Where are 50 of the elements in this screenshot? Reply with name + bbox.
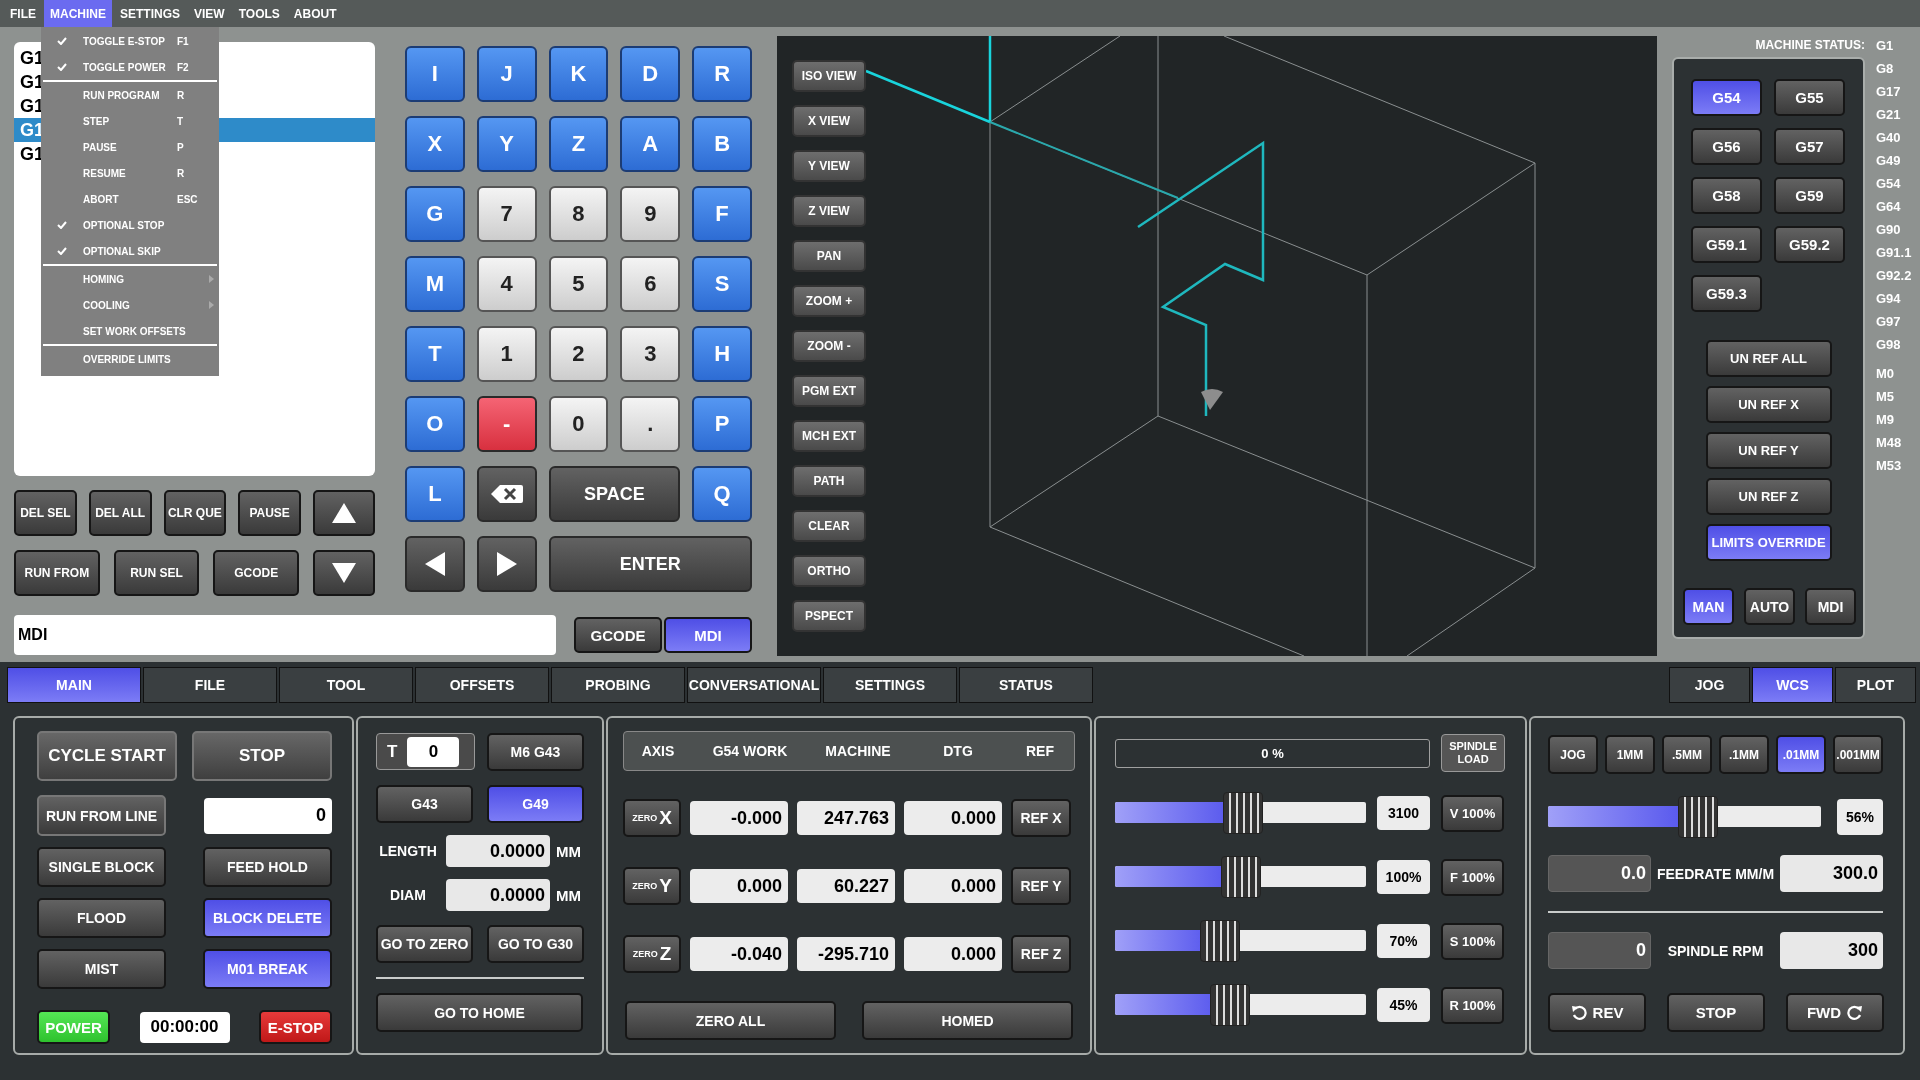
distance-to-go-value: 0.000 <box>904 937 1002 971</box>
current-spindle-rpm-value: 0 <box>1548 932 1651 969</box>
work-position-value: -0.000 <box>690 801 788 835</box>
spindle-load-reading: 0 % <box>1261 745 1284 761</box>
status-code: G49 <box>1876 152 1902 170</box>
field-label: LENGTH <box>378 843 438 859</box>
status-code: M9 <box>1876 411 1896 429</box>
status-code: M48 <box>1876 434 1903 452</box>
status-code: M53 <box>1876 457 1903 475</box>
spindle-rpm-label: SPINDLE RPM <box>1666 942 1765 959</box>
unit-label: MM <box>556 886 581 904</box>
override-reading: 45% <box>1377 988 1430 1022</box>
override-reading: 100% <box>1377 860 1430 894</box>
feedrate-label: FEEDRATE MM/M <box>1655 865 1776 882</box>
status-code: G94 <box>1876 290 1902 308</box>
jog-speed-reading: 56% <box>1837 799 1883 835</box>
field-label: DIAM <box>389 887 427 903</box>
status-code: G90 <box>1876 221 1902 239</box>
status-code: G21 <box>1876 106 1902 124</box>
work-position-value: -0.040 <box>690 937 788 971</box>
status-code: G40 <box>1876 129 1902 147</box>
distance-to-go-value: 0.000 <box>904 801 1002 835</box>
status-code: M5 <box>1876 388 1896 406</box>
status-code: G17 <box>1876 83 1902 101</box>
status-code: G98 <box>1876 336 1902 354</box>
machine-position-value: -295.710 <box>797 937 895 971</box>
status-code: G1 <box>1876 37 1895 55</box>
distance-to-go-value: 0.000 <box>904 869 1002 903</box>
column-header: DTG <box>942 743 974 759</box>
work-position-value: 0.000 <box>690 869 788 903</box>
timer-display: 00:00:00 <box>139 1011 230 1043</box>
machine-position-value: 247.763 <box>797 801 895 835</box>
status-code: G64 <box>1876 198 1902 216</box>
spindle-load-label: SPINDLE LOAD <box>1441 734 1505 772</box>
machine-status-label: MACHINE STATUS: <box>1754 37 1865 54</box>
status-code: M0 <box>1876 365 1896 383</box>
status-code: G54 <box>1876 175 1902 193</box>
current-feedrate-value: 0.0 <box>1548 855 1651 892</box>
status-code: G97 <box>1876 313 1902 331</box>
column-header: G54 WORK <box>711 743 789 759</box>
override-reading: 3100 <box>1377 796 1430 830</box>
column-header: MACHINE <box>824 743 892 759</box>
machine-position-value: 60.227 <box>797 869 895 903</box>
override-reading: 70% <box>1377 924 1430 958</box>
status-code: G91.1 <box>1876 244 1912 262</box>
unit-label: MM <box>556 842 581 860</box>
column-header: AXIS <box>640 743 676 759</box>
status-code: G8 <box>1876 60 1895 78</box>
status-code: G92.2 <box>1876 267 1912 285</box>
column-header: REF <box>1025 743 1055 759</box>
